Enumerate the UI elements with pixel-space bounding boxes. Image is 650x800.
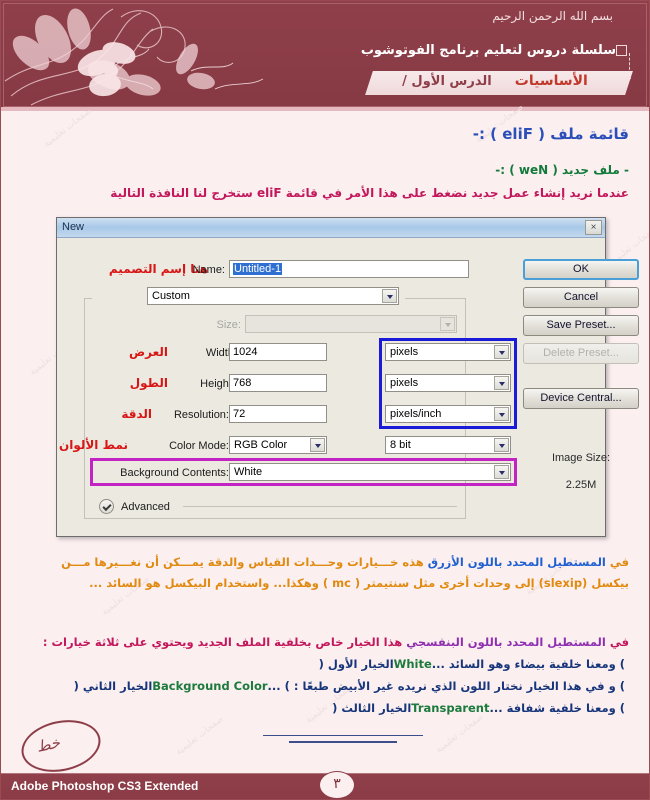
lesson-title: الأساسيات [514,73,588,89]
floral-decoration [4,8,264,106]
chevron-down-icon[interactable] [494,438,509,452]
file-menu-heading: قائمة ملف ( File ) :- [472,125,629,143]
name-input[interactable]: Untitled-1 [229,260,469,278]
explanation-option-3: الخيار الثالث ( Transparent ) ومعنا خلفي… [328,701,629,715]
lesson-label: الدرس الأول / [402,74,492,89]
cancel-button[interactable]: Cancel [523,287,639,308]
annotation-resolution: الدقة [121,407,152,421]
watermark: صفحات تعليمية [434,712,486,756]
save-preset-button[interactable]: Save Preset... [523,315,639,336]
footer-divider-bottom [289,741,397,743]
image-size-value: 2.25M [565,479,597,491]
device-central-button[interactable]: Device Central... [523,388,639,409]
series-title: سلسلة دروس لتعليم برنامج الفوتوشوب [361,43,631,58]
chevron-down-icon[interactable] [310,438,325,452]
group-box-top-right [405,298,466,299]
height-label: Height: [200,378,235,390]
chevron-down-icon [440,317,455,331]
page-number-badge: ٣ [319,771,355,799]
annotation-color-mode: نمط الألوان [58,438,128,452]
resolution-unit-select[interactable]: pixels/inch [385,405,511,423]
resolution-unit-value: pixels/inch [390,408,442,420]
color-mode-select[interactable]: RGB Color [229,436,327,454]
color-mode-value: RGB Color [234,439,288,451]
color-depth-value: 8 bit [390,439,411,451]
watermark: صفحات تعليمية [174,714,226,758]
height-unit-value: pixels [390,377,419,389]
dialog-title: New [62,221,85,233]
height-input[interactable]: 768 [229,374,327,392]
ok-button[interactable]: OK [523,259,639,280]
explanation-option-2: الخيار الثاني ( Background Color ) و في … [69,679,629,693]
resolution-label: Resolution: [173,409,229,421]
page-header-banner: بسم الله الرحمن الرحيم سلسلة دروس لتعليم… [1,1,649,111]
name-input-value: Untitled-1 [233,263,283,275]
width-input[interactable]: 1024 [229,343,327,361]
author-logo-mark: خط [34,733,62,756]
tutorial-page: بسم الله الرحمن الرحيم سلسلة دروس لتعليم… [0,0,650,800]
width-unit-value: pixels [390,346,419,358]
explanation-purple-line1: في المستطيل المحدد باللون البنفسجي هذا ا… [42,635,629,649]
dialog-body: هنا إسم التصميم Name: Untitled-1 Preset:… [57,238,639,537]
background-contents-label: Background Contents: [120,467,229,479]
new-file-heading: - ملف جديد ( New ) :- [495,163,629,177]
color-depth-select[interactable]: 8 bit [385,436,511,454]
page-content: صفحات تعليمية صفحات تعليمية صفحات تعليمي… [1,102,649,773]
background-contents-value: White [234,466,263,478]
size-select [245,315,457,333]
photoshop-new-dialog: New × هنا إسم التصميم Name: Untitled-1 P… [56,217,639,537]
advanced-label: Advanced [121,501,170,513]
name-label: Name: [192,264,225,276]
explanation-blue-line1: في المستطيل المحدد باللون الأزرق هذه خــ… [61,555,629,569]
annotation-width: العرض [129,345,168,359]
dialog-titlebar[interactable]: New × [57,218,605,238]
footer-app-name: Adobe Photoshop CS3 Extended [11,779,199,793]
annotation-height: الطول [129,376,168,390]
basmala-text: بسم الله الرحمن الرحيم [492,9,613,23]
resolution-input[interactable]: 72 [229,405,327,423]
explanation-blue-line2: بيكسل (pixels) إلى وحدات أخرى مثل سنتيمت… [89,576,629,590]
watermark: صفحات تعليمية [42,106,94,150]
chevron-down-icon[interactable] [494,465,509,479]
height-unit-select[interactable]: pixels [385,374,511,392]
width-unit-select[interactable]: pixels [385,343,511,361]
chevron-down-icon[interactable] [494,407,509,421]
advanced-chevron-down-icon[interactable] [99,499,114,514]
group-box-top-left [84,298,92,299]
explanation-option-1: الخيار الأول ( White ) ومعنا خلفية بيضاء… [314,657,629,671]
size-label: Size: [216,319,241,331]
chevron-down-icon[interactable] [494,345,509,359]
background-contents-select[interactable]: White [229,463,511,481]
footer-divider-top [263,735,423,736]
lesson-heading: الأساسيات الدرس الأول / [375,73,615,89]
image-size-label: Image Size: [551,452,611,464]
chevron-down-icon[interactable] [494,376,509,390]
color-mode-label: Color Mode: [169,440,229,452]
delete-preset-button: Delete Preset... [523,343,639,364]
bullet-square-icon [616,45,627,56]
intro-sentence: عندما نريد إنشاء عمل جديد نضغط على هذا ا… [110,186,629,200]
advanced-divider [183,506,457,507]
close-icon[interactable]: × [585,220,602,235]
